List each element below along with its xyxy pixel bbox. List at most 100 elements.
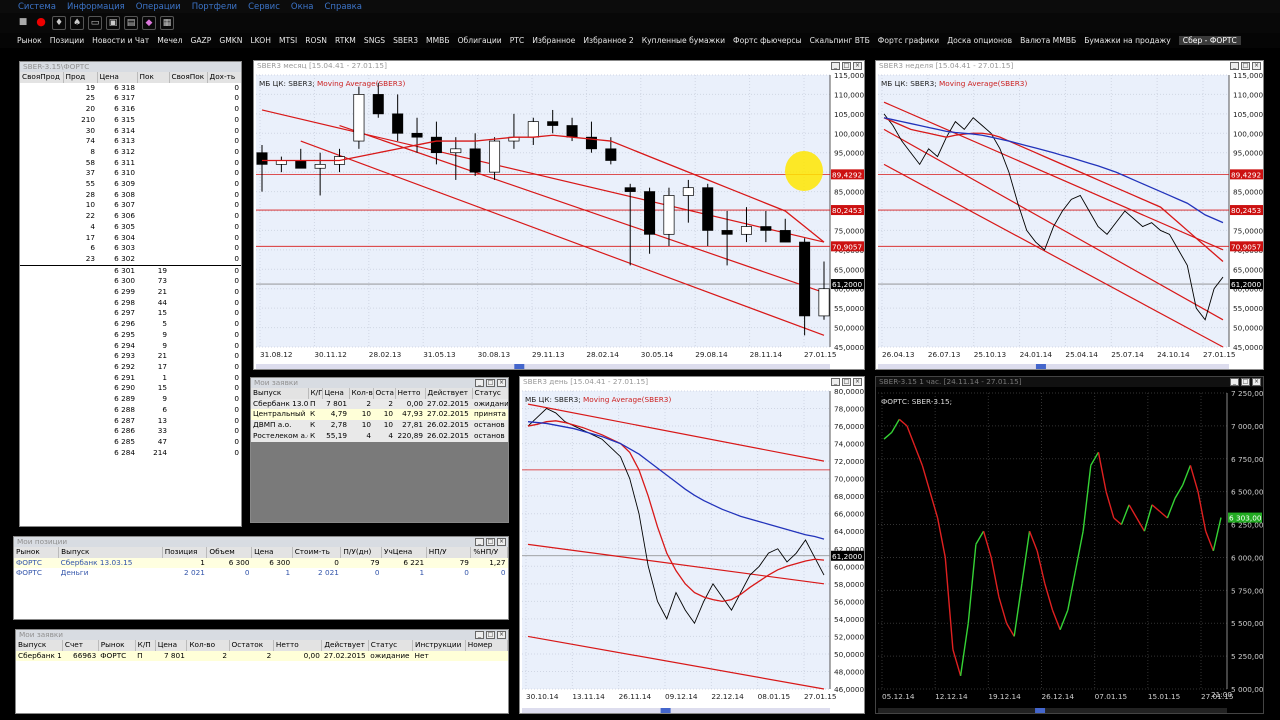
menu-item-1[interactable]: Информация — [67, 2, 125, 12]
orderbook-bid-row[interactable]: 6 301 19 0 — [20, 265, 241, 276]
orderbook-ask-row[interactable]: 30 6 314 0 — [20, 126, 241, 137]
orderbook-bid-row[interactable]: 6 297 15 0 — [20, 308, 241, 319]
tab-0[interactable]: Рынок — [17, 36, 42, 45]
orders-top-col-1[interactable]: К/П — [308, 388, 323, 399]
orderbook-col-2[interactable]: Цена — [97, 72, 138, 83]
orderbook-ask-row[interactable]: 4 6 305 0 — [20, 222, 241, 233]
orders-bottom-col-2[interactable]: Рынок — [98, 640, 136, 651]
orders-top-col-7[interactable]: Статус — [472, 388, 508, 399]
tab-3[interactable]: Мечел — [157, 36, 182, 45]
orders-bottom-col-6[interactable]: Остаток — [229, 640, 274, 651]
orderbook-bid-row[interactable]: 6 299 21 0 — [20, 287, 241, 298]
orders-top-row[interactable]: Сбербанк 13.0 П 7 801 2 2 0,00 27.02.2015 ожида… — [251, 398, 508, 410]
tab-18[interactable]: Фортс фьючерсы — [733, 36, 802, 45]
orderbook-bid-row[interactable]: 6 295 9 0 — [20, 330, 241, 341]
scrollbar-thumb[interactable] — [1035, 708, 1046, 714]
menu-item-4[interactable]: Сервис — [248, 2, 280, 12]
orderbook-bid-row[interactable]: 6 286 33 0 — [20, 426, 241, 437]
orders-bottom-col-8[interactable]: Действует — [321, 640, 369, 651]
orderbook-ask-row[interactable]: 25 6 317 0 — [20, 93, 241, 104]
tab-16[interactable]: Избранное 2 — [583, 36, 633, 45]
positions-col-7[interactable]: УчЦена — [381, 547, 427, 558]
positions-col-9[interactable]: %НП/У — [470, 547, 508, 558]
tab-17[interactable]: Купленные бумажки — [642, 36, 725, 45]
positions-col-4[interactable]: Цена — [251, 547, 293, 558]
orders-bottom-col-9[interactable]: Статус — [368, 640, 414, 651]
close-icon[interactable]: × — [497, 631, 506, 639]
orders-top-row[interactable]: ДВМП а.о. К 2,78 10 10 27,81 26.02.2015 останов — [251, 420, 508, 431]
close-icon[interactable]: × — [853, 62, 862, 70]
positions-col-6[interactable]: П/У(дн) — [340, 547, 383, 558]
positions-col-2[interactable]: Позиция — [162, 547, 208, 558]
close-icon[interactable]: × — [497, 538, 506, 546]
orderbook-ask-row[interactable]: 58 6 311 0 — [20, 158, 241, 169]
print-icon[interactable]: ▤ — [124, 16, 138, 30]
orderbook-ask-row[interactable]: 23 6 302 0 — [20, 254, 241, 266]
orders-top-row[interactable]: Ростелеком а.о К 55,19 4 4 220,89 26.02.2015 ос… — [251, 430, 508, 442]
minimize-icon[interactable]: _ — [475, 631, 484, 639]
orderbook-bid-row[interactable]: 6 292 17 0 — [20, 362, 241, 373]
orders-top-col-4[interactable]: Оста — [373, 388, 396, 399]
grid-icon[interactable]: ▦ — [160, 16, 174, 30]
orderbook-col-4[interactable]: СвояПок — [169, 72, 208, 83]
orderbook-ask-row[interactable]: 22 6 306 0 — [20, 211, 241, 222]
menu-item-6[interactable]: Справка — [324, 2, 361, 12]
orders-bottom-col-0[interactable]: Выпуск — [16, 640, 63, 651]
close-icon[interactable]: × — [853, 378, 862, 386]
close-icon[interactable]: × — [1252, 378, 1261, 386]
tab-10[interactable]: SNGS — [364, 36, 385, 45]
orderbook-bid-row[interactable]: 6 289 9 0 — [20, 394, 241, 405]
scrollbar-thumb[interactable] — [1035, 364, 1046, 370]
maximize-icon[interactable]: □ — [1241, 62, 1250, 70]
orders-top-col-3[interactable]: Кол-во — [349, 388, 374, 399]
orderbook-bid-row[interactable]: 6 293 21 0 — [20, 351, 241, 362]
tab-21[interactable]: Доска опционов — [947, 36, 1012, 45]
minimize-icon[interactable]: _ — [831, 62, 840, 70]
chart-weekly-svg[interactable]: 115,0000110,0000105,0000100,000095,00009… — [876, 71, 1264, 370]
minimize-icon[interactable]: _ — [475, 379, 484, 387]
orderbook-ask-row[interactable]: 10 6 307 0 — [20, 200, 241, 211]
orderbook-ask-row[interactable]: 210 6 315 0 — [20, 115, 241, 126]
tab-19[interactable]: Скальпинг ВТБ — [810, 36, 870, 45]
stop-icon[interactable]: ■ — [16, 16, 30, 30]
eraser-icon[interactable]: ◆ — [142, 16, 156, 30]
tab-13[interactable]: Облигации — [458, 36, 502, 45]
orders-bottom-col-3[interactable]: К/П — [135, 640, 156, 651]
tab-14[interactable]: РТС — [510, 36, 525, 45]
maximize-icon[interactable]: □ — [486, 631, 495, 639]
positions-col-8[interactable]: НП/У — [426, 547, 472, 558]
maximize-icon[interactable]: □ — [842, 62, 851, 70]
tab-9[interactable]: RTKM — [335, 36, 356, 45]
minimize-icon[interactable]: _ — [475, 538, 484, 546]
orderbook-ask-row[interactable]: 20 6 316 0 — [20, 104, 241, 115]
orderbook-bid-row[interactable]: 6 284 214 0 — [20, 448, 241, 459]
maximize-icon[interactable]: □ — [486, 379, 495, 387]
orders-bottom-col-10[interactable]: Инструкции — [412, 640, 466, 651]
save-icon[interactable]: ▣ — [106, 16, 120, 30]
minimize-icon[interactable]: _ — [1230, 62, 1239, 70]
orders-top-col-5[interactable]: Нетто — [395, 388, 426, 399]
orderbook-ask-row[interactable]: 17 6 304 0 — [20, 233, 241, 244]
orderbook-bid-row[interactable]: 6 287 13 0 — [20, 416, 241, 427]
orderbook-bid-row[interactable]: 6 288 6 0 — [20, 405, 241, 416]
orderbook-bid-row[interactable]: 6 290 15 0 — [20, 383, 241, 394]
chart-daily-svg[interactable]: 80,000078,000076,000074,000072,000070,00… — [520, 387, 865, 714]
maximize-icon[interactable]: □ — [842, 378, 851, 386]
menu-item-2[interactable]: Операции — [136, 2, 181, 12]
orders-top-col-0[interactable]: Выпуск — [251, 388, 309, 399]
orderbook-col-1[interactable]: Прод — [63, 72, 98, 83]
positions-col-1[interactable]: Выпуск — [58, 547, 163, 558]
orderbook-bid-row[interactable]: 6 291 1 0 — [20, 373, 241, 384]
chart-hourly-svg[interactable]: 7 250,007 000,006 750,006 500,006 250,00… — [876, 387, 1264, 714]
orderbook-bid-row[interactable]: 6 298 44 0 — [20, 298, 241, 309]
tab-7[interactable]: MTSI — [279, 36, 297, 45]
orders-bottom-col-11[interactable]: Номер — [465, 640, 508, 651]
tab-15[interactable]: Избранное — [532, 36, 575, 45]
orderbook-bid-row[interactable]: 6 285 47 0 — [20, 437, 241, 448]
tab-5[interactable]: GMKN — [219, 36, 242, 45]
orders-top-col-2[interactable]: Цена — [322, 388, 350, 399]
orderbook-ask-row[interactable]: 74 6 313 0 — [20, 136, 241, 147]
orders-bottom-col-5[interactable]: Кол-во — [186, 640, 230, 651]
tab-8[interactable]: ROSN — [305, 36, 327, 45]
close-icon[interactable]: × — [497, 379, 506, 387]
